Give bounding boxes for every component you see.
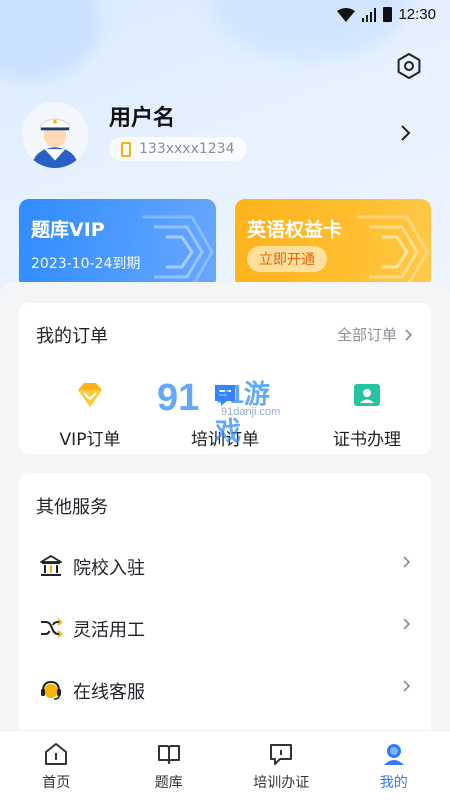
card-decoration-icon (142, 215, 214, 289)
status-time: 12:30 (398, 6, 436, 23)
home-icon (45, 743, 68, 765)
training-icon (215, 385, 235, 406)
order-item-certificate[interactable]: 证书办理 (312, 379, 422, 450)
school-icon (40, 555, 62, 576)
english-card[interactable]: 英语权益卡 立即开通 (235, 199, 431, 289)
tab-training-certificate[interactable]: 培训办证 (225, 731, 338, 800)
diamond-icon (78, 383, 102, 407)
service-item-school[interactable]: 院校入驻 (19, 535, 431, 597)
tab-question-bank[interactable]: 题库 (113, 731, 226, 800)
sailor-avatar-icon (22, 102, 88, 168)
profile-chevron-right-icon[interactable] (400, 125, 412, 146)
order-item-label: 证书办理 (333, 430, 401, 450)
english-card-title: 英语权益卡 (247, 219, 343, 241)
chat-icon (270, 744, 293, 765)
chevron-right-icon (403, 556, 411, 568)
service-item-flexible-work[interactable]: 灵活用工 (19, 597, 431, 659)
all-orders-label: 全部订单 (336, 326, 397, 344)
battery-icon (383, 7, 393, 22)
service-item-label: 院校入驻 (73, 558, 145, 579)
tab-label: 我的 (379, 775, 408, 791)
phone-pill: 133xxxx1234 (109, 137, 247, 161)
vip-card[interactable]: 题库VIP 2023-10-24到期 (19, 199, 216, 289)
shuffle-icon (41, 618, 63, 638)
my-orders-panel: 我的订单 全部订单 VIP订单 培训订单 证书办理 (19, 303, 431, 454)
username: 用户名 (109, 106, 176, 131)
chevron-right-icon (405, 328, 413, 341)
avatar[interactable] (20, 100, 90, 170)
book-icon (157, 745, 180, 764)
tab-label: 培训办证 (253, 775, 310, 791)
signal-icon (362, 7, 377, 22)
orders-title: 我的订单 (36, 326, 108, 347)
chevron-right-icon (403, 618, 411, 630)
wifi-icon (337, 7, 356, 22)
headset-icon (41, 680, 61, 700)
all-orders-link[interactable]: 全部订单 (337, 324, 413, 345)
order-item-vip[interactable]: VIP订单 (35, 379, 145, 450)
profile-icon (383, 744, 404, 765)
tab-label: 题库 (154, 775, 183, 791)
status-bar: 12:30 (0, 0, 450, 30)
order-item-training[interactable]: 培训订单 (170, 379, 280, 450)
certificate-icon (354, 384, 380, 406)
phone-icon (121, 141, 131, 157)
phone-number: 133xxxx1234 (139, 141, 235, 157)
service-item-label: 在线客服 (73, 682, 145, 703)
service-item-label: 灵活用工 (73, 620, 145, 641)
chevron-right-icon (403, 680, 411, 692)
tab-home[interactable]: 首页 (0, 731, 113, 800)
vip-card-title: 题库VIP (31, 219, 105, 241)
order-item-label: VIP订单 (59, 430, 121, 450)
tab-label: 首页 (42, 775, 71, 791)
activate-button[interactable]: 立即开通 (247, 246, 327, 272)
other-services-panel: 其他服务 院校入驻 灵活用工 在线客服 (19, 473, 431, 743)
card-decoration-icon (357, 215, 429, 289)
bottom-tab-bar: 首页 题库 培训办证 我的 (0, 730, 450, 800)
order-item-label: 培训订单 (191, 430, 259, 450)
vip-expiry: 2023-10-24到期 (31, 256, 141, 272)
settings-icon[interactable] (395, 52, 423, 80)
service-item-customer-service[interactable]: 在线客服 (19, 659, 431, 721)
tab-mine[interactable]: 我的 (338, 731, 450, 800)
services-title: 其他服务 (36, 497, 108, 518)
